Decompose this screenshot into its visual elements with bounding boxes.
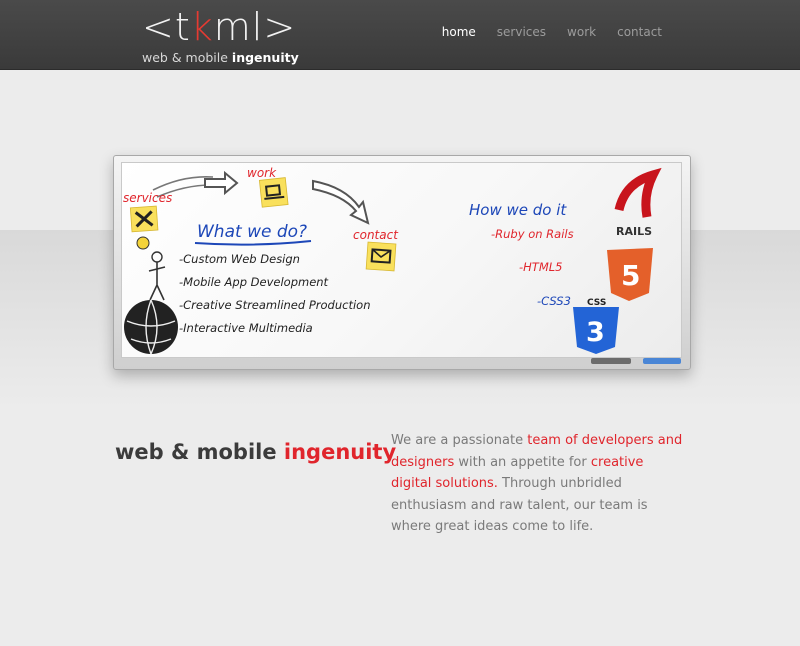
how-we-do-it-title: How we do it: [469, 201, 567, 219]
nav-services[interactable]: services: [497, 25, 546, 39]
how-item: -CSS3: [537, 294, 571, 308]
arrow-curved-icon: [312, 179, 370, 225]
nav-home[interactable]: home: [442, 25, 476, 39]
what-item: -Custom Web Design: [179, 252, 300, 266]
whiteboard-drawing: services work contact What we do? -Custo…: [123, 166, 662, 355]
note-contact-label: contact: [353, 228, 399, 242]
intro-paragraph: We are a passionate team of developers a…: [391, 433, 683, 534]
arrow-right-icon: [204, 170, 239, 196]
svg-text:5: 5: [621, 259, 640, 292]
how-item: -HTML5: [519, 260, 562, 274]
logo-mark: <tkml>: [142, 5, 297, 49]
what-item: -Creative Streamlined Production: [179, 298, 370, 312]
top-navigation-bar: <tkml> web & mobile ingenuity home servi…: [0, 0, 800, 70]
logo-tagline: web & mobile ingenuity: [142, 50, 299, 65]
what-we-do-title: What we do?: [197, 222, 307, 242]
globe-figure-icon: [124, 236, 178, 355]
what-item: -Mobile App Development: [179, 275, 329, 289]
whiteboard: services work contact What we do? -Custo…: [113, 155, 691, 370]
note-work-label: work: [247, 166, 277, 180]
html5-logo-icon: 5: [607, 248, 653, 301]
sticky-note-contact: [365, 241, 397, 272]
rails-label: RAILS: [616, 225, 652, 238]
note-services-label: services: [123, 191, 172, 205]
intro-headline: web & mobile ingenuity: [115, 440, 397, 464]
how-item: -Ruby on Rails: [491, 227, 574, 241]
css-label: CSS: [587, 298, 606, 308]
nav-work[interactable]: work: [567, 25, 596, 39]
rails-logo-icon: RAILS: [614, 167, 662, 238]
nav-contact[interactable]: contact: [617, 25, 662, 39]
css3-logo-icon: CSS 3: [573, 298, 619, 354]
svg-text:3: 3: [586, 317, 605, 348]
logo[interactable]: <tkml> web & mobile ingenuity: [140, 6, 299, 66]
sticky-note-work: [258, 177, 289, 208]
what-item: -Interactive Multimedia: [179, 321, 313, 335]
main-nav: home services work contact: [442, 25, 662, 39]
sticky-note-services: [129, 205, 159, 233]
